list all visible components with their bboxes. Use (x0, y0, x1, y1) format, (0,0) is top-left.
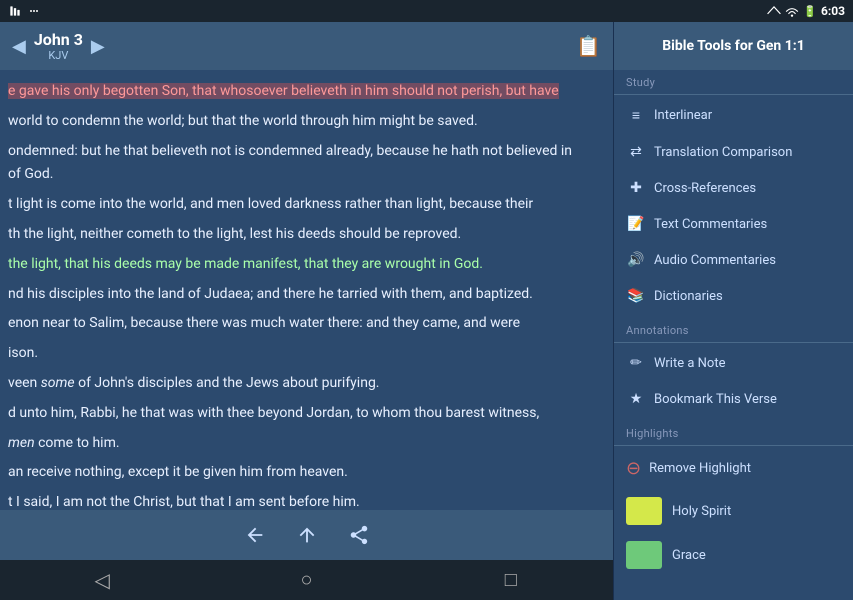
study-section-label: Study (614, 70, 853, 92)
bookmark-icon[interactable]: 📋 (576, 34, 601, 58)
cross-references-item[interactable]: ✚ Cross-References (614, 170, 853, 206)
cross-references-icon: ✚ (626, 180, 646, 196)
bible-title: John 3 KJV (34, 30, 83, 62)
bookmark-verse-item[interactable]: ★ Bookmark This Verse (614, 381, 853, 417)
next-chapter-button[interactable]: ▶ (91, 36, 105, 57)
audio-commentaries-item[interactable]: 🔊 Audio Commentaries (614, 242, 853, 278)
text-commentaries-icon: 📝 (626, 216, 646, 232)
time-display: 6:03 (821, 4, 845, 18)
bible-header: ◀ John 3 KJV ▶ 📋 (0, 22, 613, 70)
cross-references-label: Cross-References (654, 181, 756, 196)
wifi-status-icon (785, 5, 799, 17)
audio-commentaries-icon: 🔊 (626, 252, 646, 268)
holy-spirit-highlight-item[interactable]: Holy Spirit (614, 489, 853, 533)
signal-icon (767, 5, 781, 17)
remove-highlight-icon: ⊖ (626, 458, 641, 479)
bookmark-verse-label: Bookmark This Verse (654, 392, 777, 407)
nav-bar: ◁ ○ □ (0, 560, 613, 600)
tools-content[interactable]: Study ≡ Interlinear ⇄ Translation Compar… (614, 70, 853, 600)
bookmark-verse-icon: ★ (626, 391, 646, 407)
grace-highlight-item[interactable]: Grace (614, 533, 853, 577)
system-recent-button[interactable]: □ (481, 560, 541, 600)
audio-commentaries-label: Audio Commentaries (654, 253, 776, 268)
annotations-divider (614, 342, 853, 343)
annotations-section-label: Annotations (614, 318, 853, 340)
green-highlighted-text: the light, that his deeds may be made ma… (8, 256, 483, 272)
dictionaries-item[interactable]: 📚 Dictionaries (614, 278, 853, 314)
share-button[interactable] (348, 524, 370, 546)
tools-panel-header: Bible Tools for Gen 1:1 (614, 22, 853, 70)
dictionaries-label: Dictionaries (654, 289, 723, 304)
write-note-item[interactable]: ✏ Write a Note (614, 345, 853, 381)
highlights-divider (614, 445, 853, 446)
system-home-button[interactable]: ○ (276, 560, 336, 600)
back-button[interactable] (244, 524, 266, 546)
text-commentaries-item[interactable]: 📝 Text Commentaries (614, 206, 853, 242)
bible-book-label: John 3 (34, 30, 83, 49)
status-bar: 🔋 6:03 (0, 0, 853, 22)
bible-version-label: KJV (34, 49, 83, 62)
tools-panel-title: Bible Tools for Gen 1:1 (662, 38, 805, 54)
dictionaries-icon: 📚 (626, 288, 646, 304)
highlighted-text: e gave his only begotten Son, that whoso… (8, 83, 559, 99)
highlights-section-label: Highlights (614, 421, 853, 443)
write-note-label: Write a Note (654, 356, 725, 371)
status-bar-right: 🔋 6:03 (767, 4, 845, 18)
menu-icon (28, 5, 40, 17)
holy-spirit-color-swatch (626, 497, 662, 525)
wifi-icon (8, 4, 22, 18)
translation-comparison-item[interactable]: ⇄ Translation Comparison (614, 134, 853, 170)
bottom-toolbar (0, 510, 613, 560)
study-divider (614, 94, 853, 95)
interlinear-item[interactable]: ≡ Interlinear (614, 97, 853, 134)
text-commentaries-label: Text Commentaries (654, 217, 767, 232)
prev-chapter-button[interactable]: ◀ (12, 36, 26, 57)
bible-nav: ◀ John 3 KJV ▶ (12, 30, 105, 62)
up-button[interactable] (296, 524, 318, 546)
write-note-icon: ✏ (626, 355, 646, 371)
translation-comparison-icon: ⇄ (626, 144, 646, 160)
battery-icon: 🔋 (803, 5, 817, 18)
translation-comparison-label: Translation Comparison (654, 145, 792, 160)
bible-panel: ◀ John 3 KJV ▶ 📋 e gave his only begotte… (0, 22, 613, 600)
tools-panel: Bible Tools for Gen 1:1 Study ≡ Interlin… (613, 22, 853, 600)
holy-spirit-label: Holy Spirit (672, 504, 731, 519)
remove-highlight-item[interactable]: ⊖ Remove Highlight (614, 448, 853, 489)
remove-highlight-label: Remove Highlight (649, 461, 751, 476)
status-bar-left (8, 4, 40, 18)
verse-content: e gave his only begotten Son, that whoso… (8, 80, 605, 510)
interlinear-icon: ≡ (626, 107, 646, 124)
main-container: ◀ John 3 KJV ▶ 📋 e gave his only begotte… (0, 22, 853, 600)
grace-color-swatch (626, 541, 662, 569)
bible-text-area[interactable]: e gave his only begotten Son, that whoso… (0, 70, 613, 510)
grace-label: Grace (672, 548, 706, 563)
system-back-button[interactable]: ◁ (72, 560, 132, 600)
interlinear-label: Interlinear (654, 108, 712, 123)
